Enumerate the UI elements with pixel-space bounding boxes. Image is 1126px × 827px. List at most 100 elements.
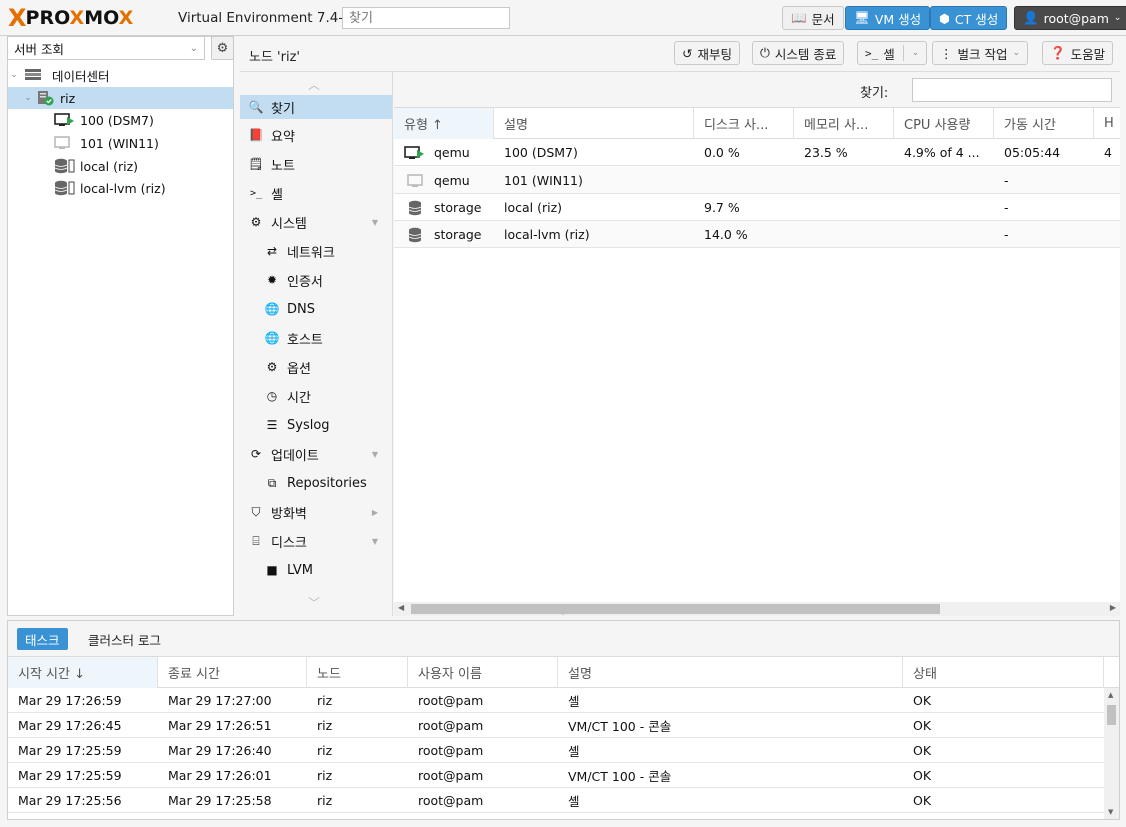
nav-item-notes[interactable]: 🗒 노트 xyxy=(240,152,392,176)
chevron-down-icon[interactable]: ⌄ xyxy=(912,48,920,58)
nav-item-system[interactable]: ⚙ 시스템 ▼ xyxy=(240,210,392,234)
panel-splitter-handle[interactable]: ﹀ xyxy=(540,613,586,621)
scroll-left-icon[interactable]: ◀ xyxy=(398,603,404,612)
cell-end-time: Mar 29 17:25:58 xyxy=(168,793,272,808)
column-header-memory[interactable]: 메모리 사... xyxy=(794,108,894,139)
find-input[interactable] xyxy=(912,78,1112,102)
nav-item-syslog[interactable]: ☰ Syslog xyxy=(240,413,392,437)
column-header-disk[interactable]: 디스크 사... xyxy=(694,108,794,139)
node-online-icon xyxy=(38,91,54,106)
column-header-description[interactable]: 설명 xyxy=(558,657,903,688)
user-menu-button[interactable]: 👤 root@pam ⌄ xyxy=(1014,6,1126,30)
table-row[interactable]: Mar 29 17:25:59 Mar 29 17:26:01 riz root… xyxy=(8,763,1104,788)
cell-type: qemu xyxy=(434,145,470,160)
nav-item-network[interactable]: ⇄ 네트워크 xyxy=(240,239,392,263)
nav-item-disks[interactable]: ⌸ 디스크 ▼ xyxy=(240,529,392,553)
nav-item-time[interactable]: ◷ 시간 xyxy=(240,384,392,408)
nav-item-label: DNS xyxy=(287,301,315,317)
shell-button[interactable]: >_ 셸 ⌄ xyxy=(857,41,928,65)
tree-item-datacenter[interactable]: ⌄ 데이터센터 xyxy=(8,64,233,86)
scrollbar-thumb[interactable] xyxy=(1107,705,1116,725)
column-header-user[interactable]: 사용자 이름 xyxy=(408,657,558,688)
nav-item-options[interactable]: ⚙ 옵션 xyxy=(240,355,392,379)
global-search-input[interactable] xyxy=(342,7,510,29)
table-row[interactable]: storage local-lvm (riz) 14.0 % - xyxy=(394,221,1120,248)
tab-cluster-log[interactable]: 클러스터 로그 xyxy=(80,628,169,650)
tree-item-label: local-lvm (riz) xyxy=(80,180,166,196)
table-row[interactable]: qemu 100 (DSM7) 0.0 % 23.5 % 4.9% of 4 .… xyxy=(394,139,1120,166)
create-vm-button[interactable]: 🖥 VM 생성 xyxy=(845,6,931,30)
nav-item-label: Syslog xyxy=(287,417,330,433)
nav-item-summary[interactable]: 📕 요약 xyxy=(240,123,392,147)
create-ct-button[interactable]: ⬢ CT 생성 xyxy=(930,6,1008,30)
nav-item-firewall[interactable]: ⛉ 방화벽 ▶ xyxy=(240,500,392,524)
table-row[interactable]: Mar 29 17:26:45 Mar 29 17:26:51 riz root… xyxy=(8,713,1104,738)
create-vm-label: VM 생성 xyxy=(874,11,922,27)
nav-item-hosts[interactable]: 🌐 호스트 xyxy=(240,326,392,350)
column-header-description[interactable]: 설명 xyxy=(494,108,694,139)
table-row[interactable]: Mar 29 17:25:59 Mar 29 17:26:40 riz root… xyxy=(8,738,1104,763)
nav-item-updates[interactable]: ⟳ 업데이트 ▼ xyxy=(240,442,392,466)
column-header-type[interactable]: 유형 ↑ xyxy=(394,108,494,139)
view-selector[interactable]: 서버 조회 ⌄ xyxy=(7,36,205,60)
cell-type: qemu xyxy=(434,173,470,188)
chevron-down-icon: ⌄ xyxy=(1012,48,1021,58)
shutdown-button[interactable]: ⏻ 시스템 종료 xyxy=(752,41,845,65)
table-row[interactable]: qemu 101 (WIN11) - xyxy=(394,167,1120,194)
cell-status: OK xyxy=(913,793,932,808)
column-header-cpu[interactable]: CPU 사용량 xyxy=(894,108,994,139)
proxmox-logo[interactable]: X PROXMOX xyxy=(8,6,133,30)
help-button[interactable]: ❓ 도움말 xyxy=(1042,41,1114,65)
table-row[interactable]: Mar 29 17:26:59 Mar 29 17:27:00 riz root… xyxy=(8,688,1104,713)
column-header-start-time[interactable]: 시작 시간 ↓ xyxy=(8,657,158,688)
tab-tasks[interactable]: 태스크 xyxy=(17,628,68,650)
datacenter-icon xyxy=(25,69,41,80)
search-results-panel: 찾기: 유형 ↑ 설명 디스크 사... 메모리 사... CPU 사용량 가동… xyxy=(394,72,1120,616)
nav-item-lvm[interactable]: ■ LVM xyxy=(240,558,392,582)
column-header-end-time[interactable]: 종료 시간 xyxy=(158,657,307,688)
cube-icon: ⬢ xyxy=(939,10,950,26)
docs-button[interactable]: 📖 문서 xyxy=(782,6,844,30)
column-header-status[interactable]: 상태 xyxy=(903,657,1104,688)
scroll-up-icon[interactable]: ︿ xyxy=(308,76,320,93)
vm-stopped-icon xyxy=(407,173,423,187)
nav-item-label: 인증서 xyxy=(287,274,323,290)
cell-start-time: Mar 29 17:25:59 xyxy=(18,743,122,758)
scroll-down-icon[interactable]: ▼ xyxy=(1108,808,1113,816)
nav-item-dns[interactable]: 🌐 DNS xyxy=(240,297,392,321)
scrollbar-thumb[interactable] xyxy=(411,604,940,614)
nav-item-certificates[interactable]: ✹ 인증서 xyxy=(240,268,392,292)
nav-item-shell[interactable]: >_ 셸 xyxy=(240,181,392,205)
tree-item-vm-101[interactable]: 101 (WIN11) xyxy=(8,132,233,154)
vertical-scrollbar[interactable]: ▲ ▼ xyxy=(1104,688,1119,819)
tree-item-storage-local[interactable]: local (riz) xyxy=(8,155,233,177)
nav-item-repositories[interactable]: ⧉ Repositories xyxy=(240,471,392,495)
table-row[interactable]: Mar 29 17:25:56 Mar 29 17:25:58 riz root… xyxy=(8,788,1104,813)
tree-item-vm-100[interactable]: 100 (DSM7) xyxy=(8,109,233,131)
nav-item-search[interactable]: 🔍 찾기 xyxy=(240,95,392,119)
chevron-down-icon[interactable]: ⌄ xyxy=(22,93,34,103)
exchange-icon: ⇄ xyxy=(266,244,278,258)
cell-user: root@pam xyxy=(418,743,484,758)
reboot-button[interactable]: ↺ 재부팅 xyxy=(674,41,740,65)
scroll-down-icon[interactable]: ﹀ xyxy=(308,594,320,611)
help-label: 도움말 xyxy=(1070,46,1106,62)
node-nav-menu: ︿ 🔍 찾기 📕 요약 🗒 노트 >_ 셸 ⚙ 시스템 ▼ ⇄ 네트워크 ✹ 인… xyxy=(240,72,393,616)
tree-item-label: riz xyxy=(60,90,76,106)
refresh-icon: ↺ xyxy=(682,45,693,61)
column-header-uptime[interactable]: 가동 시간 xyxy=(994,108,1094,139)
horizontal-scrollbar[interactable]: ◀ ▶ xyxy=(394,602,1120,616)
bulk-actions-button[interactable]: ⋮ 벌크 작업 ⌄ xyxy=(932,41,1029,65)
scroll-right-icon[interactable]: ▶ xyxy=(1110,603,1116,612)
tree-item-node-riz[interactable]: ⌄ riz xyxy=(8,87,233,109)
column-header-h[interactable]: H xyxy=(1094,108,1120,139)
scroll-up-icon[interactable]: ▲ xyxy=(1108,691,1113,699)
tree-item-storage-local-lvm[interactable]: local-lvm (riz) xyxy=(8,177,233,199)
tree-settings-button[interactable]: ⚙ xyxy=(211,36,234,60)
grid-header: 유형 ↑ 설명 디스크 사... 메모리 사... CPU 사용량 가동 시간 … xyxy=(394,108,1120,139)
caret-down-icon: ▼ xyxy=(371,536,378,546)
table-row[interactable]: storage local (riz) 9.7 % - xyxy=(394,194,1120,221)
column-header-node[interactable]: 노드 xyxy=(307,657,408,688)
book-icon: 📖 xyxy=(791,10,807,25)
chevron-down-icon[interactable]: ⌄ xyxy=(8,70,20,80)
